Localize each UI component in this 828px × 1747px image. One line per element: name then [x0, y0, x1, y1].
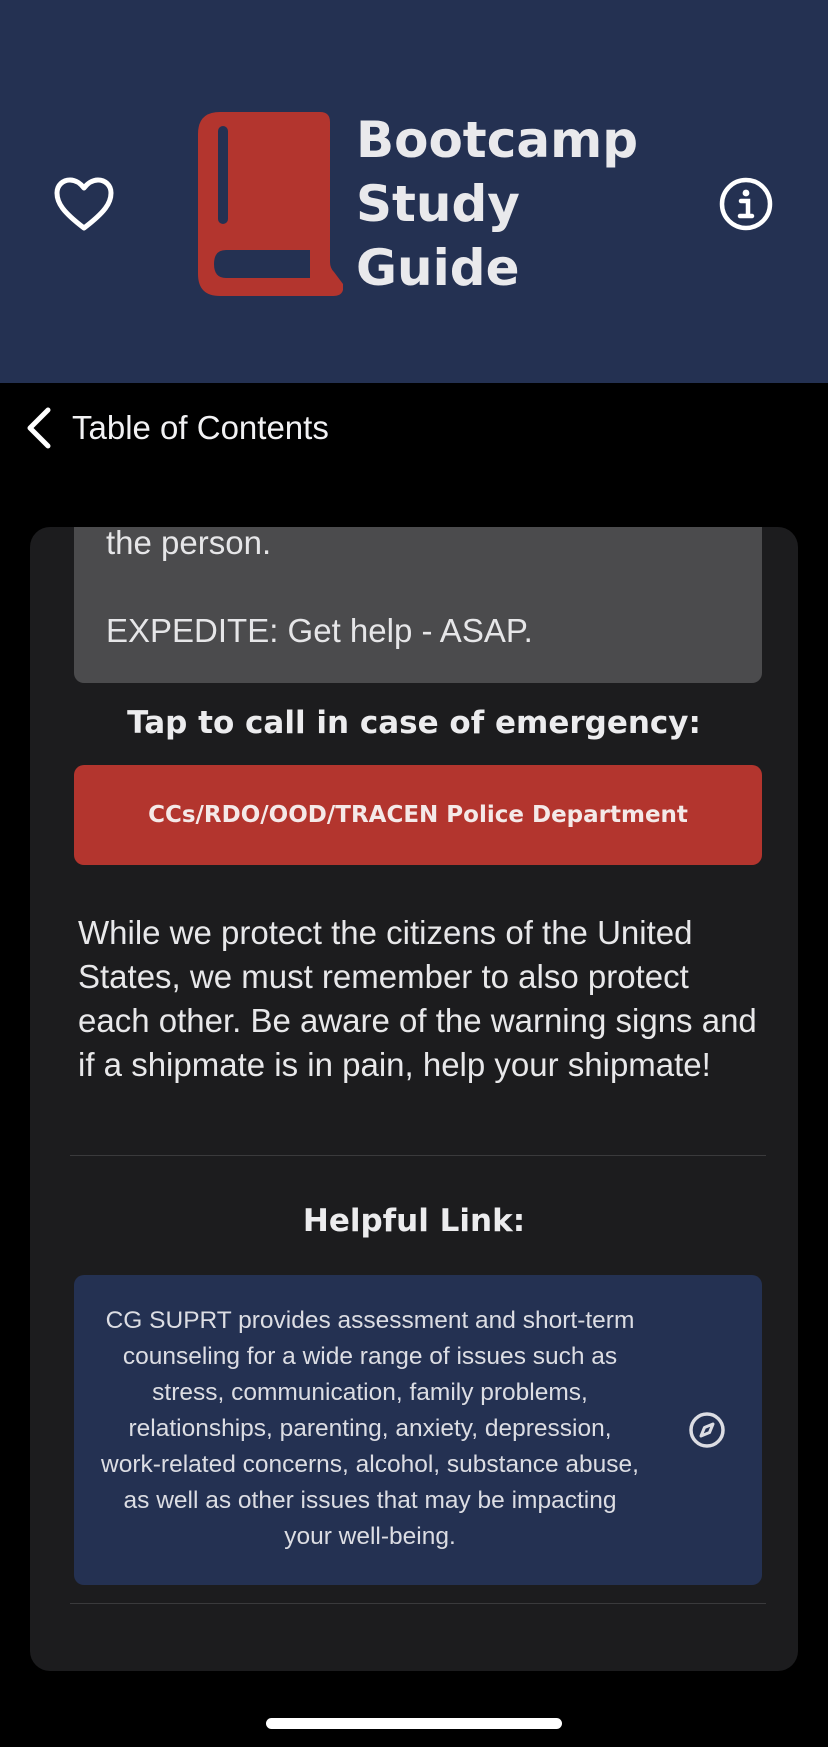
- helpful-link-heading: Helpful Link:: [302, 1203, 526, 1239]
- info-box-line: the person.: [106, 527, 272, 561]
- app-title: Bootcamp Study Guide: [356, 111, 638, 297]
- helpful-link-text: CG SUPRT provides assessment and short-t…: [101, 1307, 639, 1550]
- content-card: the person. EXPEDITE: Get help - ASAP. T…: [30, 527, 798, 1671]
- back-label: Table of Contents: [72, 409, 329, 446]
- divider: [70, 1155, 766, 1156]
- divider: [70, 1603, 766, 1604]
- favorite-button[interactable]: [50, 170, 118, 238]
- helpful-link-card[interactable]: CG SUPRT provides assessment and short-t…: [74, 1275, 762, 1585]
- home-indicator[interactable]: [266, 1718, 562, 1729]
- chevron-left-icon: [27, 407, 51, 449]
- message-text: While we protect the citizens of the Uni…: [78, 914, 757, 1083]
- emergency-heading: Tap to call in case of emergency:: [127, 705, 701, 741]
- emergency-call-button[interactable]: CCs/RDO/OOD/TRACEN Police Department: [74, 765, 762, 865]
- back-button[interactable]: Table of Contents: [22, 402, 329, 454]
- heart-icon: [54, 177, 114, 231]
- info-box-line: EXPEDITE: Get help - ASAP.: [106, 612, 533, 649]
- book-icon: [198, 112, 343, 296]
- info-icon: [719, 177, 773, 231]
- app-header: Bootcamp Study Guide: [0, 0, 828, 383]
- info-button[interactable]: [712, 170, 780, 238]
- compass-icon: [689, 1412, 725, 1448]
